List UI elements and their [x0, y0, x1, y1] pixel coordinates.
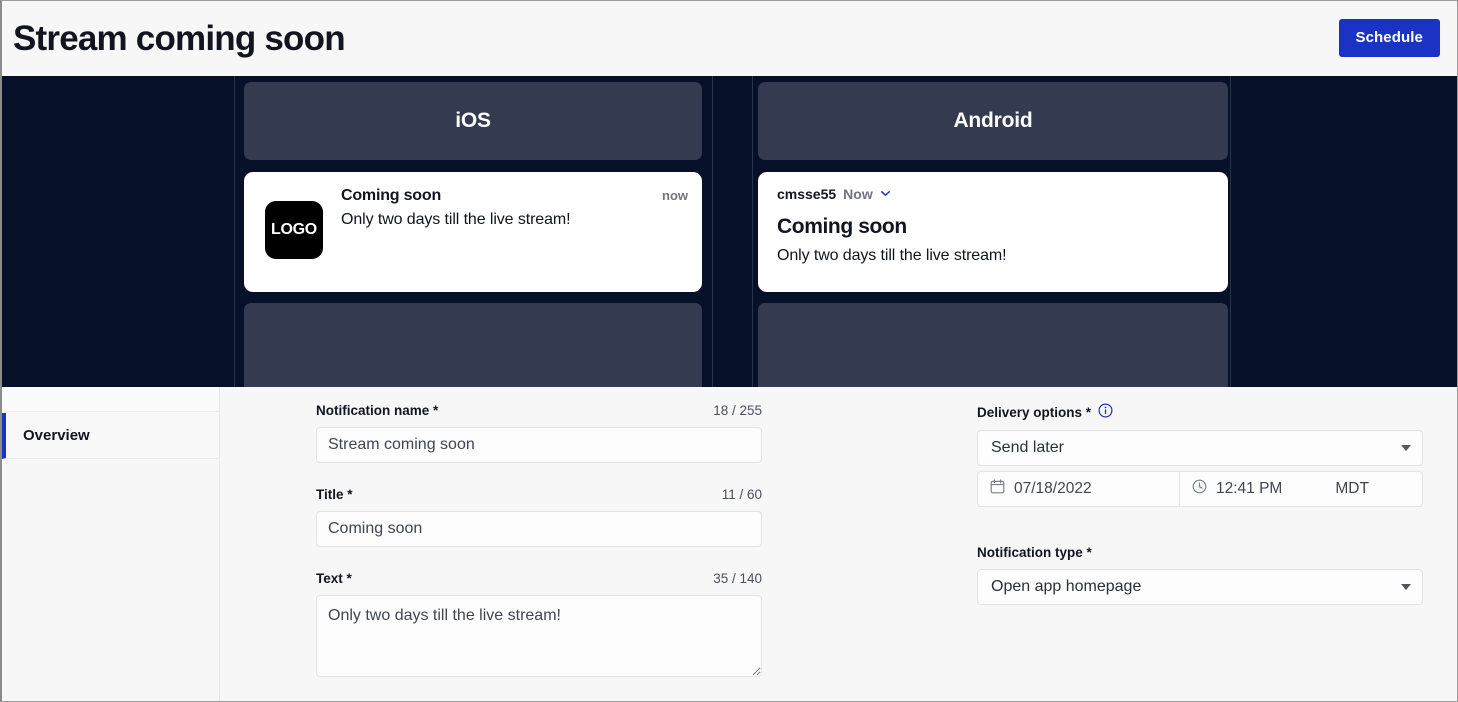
notification-name-label: Notification name * [316, 403, 439, 418]
preview-divider-right [1230, 76, 1231, 387]
notification-preview-area: iOS LOGO Coming soon now Only two days t… [2, 76, 1457, 387]
app-logo: LOGO [265, 201, 323, 259]
clock-icon [1192, 479, 1207, 499]
notification-name-counter: 18 / 255 [713, 403, 762, 418]
text-counter: 35 / 140 [713, 571, 762, 586]
delivery-options-label-text: Delivery options * [977, 404, 1092, 420]
android-notification-time: Now [843, 186, 873, 202]
preview-divider-android-left [752, 76, 753, 387]
delivery-options-select[interactable]: Send later [977, 430, 1423, 466]
sidebar-item-label: Overview [23, 427, 90, 444]
android-preview-header: Android [758, 82, 1228, 160]
app-logo-text: LOGO [271, 221, 317, 238]
schedule-button[interactable]: Schedule [1338, 19, 1440, 57]
delivery-date-value: 07/18/2022 [1014, 480, 1092, 497]
notification-name-input[interactable] [316, 427, 762, 463]
delivery-date-field[interactable]: 07/18/2022 [978, 472, 1180, 506]
ios-notification-title: Coming soon [341, 187, 442, 204]
android-notification-card: cmsse55 Now Coming soon Only two days ti… [758, 172, 1228, 292]
title-input[interactable] [316, 511, 762, 547]
ios-os-label: iOS [455, 109, 491, 132]
notification-type-label: Notification type * [977, 545, 1092, 560]
form-column-left: Notification name * 18 / 255 Title * 11 … [316, 403, 762, 682]
android-os-label: Android [953, 109, 1033, 132]
ios-preview-header: iOS [244, 82, 702, 160]
delivery-time-field[interactable]: 12:41 PM MDT [1180, 472, 1422, 506]
preview-divider-left [234, 76, 235, 387]
info-circle-icon[interactable] [1098, 403, 1113, 421]
field-notification-name: Notification name * 18 / 255 [316, 403, 762, 463]
sidebar-top-strip [2, 387, 220, 412]
field-title: Title * 11 / 60 [316, 487, 762, 547]
field-delivery-options: Delivery options * Send later 07/18/2022… [977, 403, 1423, 507]
delivery-time-value: 12:41 PM [1216, 480, 1283, 497]
ios-notification-text: Only two days till the live stream! [341, 211, 571, 228]
sidebar: Overview [2, 387, 220, 701]
text-textarea[interactable]: Only two days till the live stream! [316, 595, 762, 677]
android-app-name: cmsse55 [777, 186, 837, 202]
editor-panel: Overview Notification name * 18 / 255 Ti… [2, 387, 1457, 701]
chevron-down-icon[interactable] [880, 188, 891, 199]
ios-preview-placeholder-card [244, 303, 702, 387]
calendar-icon [990, 479, 1005, 499]
sidebar-item-overview[interactable]: Overview [2, 413, 220, 459]
field-text: Text * 35 / 140 Only two days till the l… [316, 571, 762, 682]
android-notification-text: Only two days till the live stream! [777, 247, 1007, 264]
text-label: Text * [316, 571, 352, 586]
android-notification-title: Coming soon [777, 215, 907, 238]
delivery-options-select-wrap: Send later [977, 430, 1423, 466]
notification-type-select-wrap: Open app homepage [977, 569, 1423, 605]
app-window: Stream coming soon Schedule iOS LOGO Com… [0, 0, 1458, 702]
delivery-timezone: MDT [1335, 480, 1369, 497]
android-preview-column: Android cmsse55 Now Coming soon Only two… [758, 76, 1228, 387]
title-label: Title * [316, 487, 353, 502]
android-preview-placeholder-card [758, 303, 1228, 387]
page-header: Stream coming soon Schedule [2, 1, 1457, 75]
ios-notification-time: now [662, 188, 688, 203]
preview-divider-ios-right [712, 76, 713, 387]
form-column-right: Delivery options * Send later 07/18/2022… [977, 403, 1423, 605]
sidebar-empty-area [2, 460, 220, 701]
title-counter: 11 / 60 [721, 487, 762, 502]
page-title: Stream coming soon [13, 18, 346, 58]
delivery-options-label: Delivery options * [977, 403, 1113, 421]
ios-notification-card: LOGO Coming soon now Only two days till … [244, 172, 702, 292]
notification-type-select[interactable]: Open app homepage [977, 569, 1423, 605]
field-notification-type: Notification type * Open app homepage [977, 545, 1423, 605]
delivery-datetime-row: 07/18/2022 12:41 PM MDT [977, 471, 1423, 507]
ios-preview-column: iOS LOGO Coming soon now Only two days t… [244, 76, 702, 387]
